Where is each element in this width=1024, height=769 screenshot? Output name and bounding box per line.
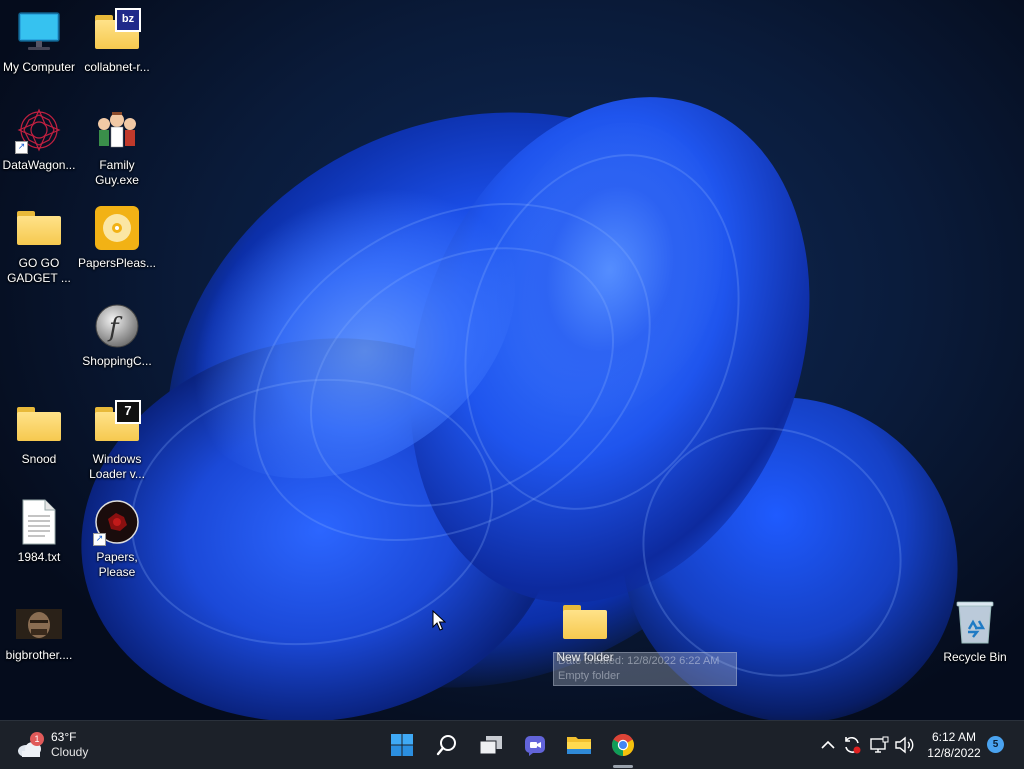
weather-alert-badge: 1 (30, 732, 44, 746)
desktop-icon-label: Snood (21, 452, 57, 466)
start-button[interactable] (385, 729, 419, 761)
disc-icon (93, 204, 141, 252)
starburst-icon: ↗ (15, 106, 63, 154)
desktop-icon-label: Recycle Bin (943, 650, 1007, 664)
folder-icon (15, 204, 63, 252)
network-button[interactable] (869, 735, 889, 755)
chrome-icon (612, 734, 634, 756)
clock-date: 12/8/2022 (927, 746, 981, 760)
desktop-icon-label: PapersPleas... (77, 256, 157, 270)
wallpaper-bloom (464, 96, 756, 444)
desktop-icon-family-guy[interactable]: Family Guy.exe (78, 106, 156, 188)
cloud-icon: 1 (14, 732, 44, 757)
desktop-icon-windows-loader[interactable]: 7 Windows Loader v... (78, 400, 156, 482)
wallpaper-crease (420, 118, 784, 546)
desktop-icon-label: DataWagon... (2, 158, 76, 172)
sync-button[interactable] (842, 735, 862, 755)
task-view-button[interactable] (474, 729, 508, 761)
seven-badge: 7 (115, 400, 141, 424)
chat-icon (525, 736, 545, 756)
chevron-up-icon (821, 740, 835, 749)
start-icon (391, 734, 413, 756)
taskbar: 1 63°F Cloudy 6:12 AM 12/8/2022 (0, 720, 1024, 769)
folder-tooltip: Date created: 12/8/2022 6:22 AM Empty fo… (553, 652, 737, 686)
desktop-icon-label: Family Guy.exe (95, 158, 139, 187)
desktop-icon-label: Papers, Please (96, 550, 138, 579)
desktop-icon-datawagon[interactable]: ↗ DataWagon... (0, 106, 78, 173)
chrome-button[interactable] (606, 729, 640, 761)
weather-widget[interactable]: 1 63°F Cloudy (14, 729, 88, 761)
flash-icon: f (93, 302, 141, 350)
wallpaper-bloom (127, 120, 573, 540)
desktop-icon-label: 1984.txt (17, 550, 61, 564)
tooltip-line: Date created: 12/8/2022 6:22 AM (558, 655, 720, 667)
wallpaper-crease (192, 134, 712, 610)
monitor-icon (15, 8, 63, 56)
desktop-icon-label: ShoppingC... (82, 354, 152, 368)
desktop-icon-shoppingc[interactable]: f ShoppingC... (78, 302, 156, 369)
wallpaper-bloom (342, 40, 878, 660)
desktop-icon-label: GO GO GADGET ... (7, 256, 71, 285)
desktop-icon-go-go-gadget[interactable]: GO GO GADGET ... (0, 204, 78, 286)
wallpaper-bloom (71, 10, 889, 720)
desktop-icon-my-computer[interactable]: My Computer (0, 8, 78, 75)
shortcut-arrow-icon: ↗ (93, 533, 106, 546)
search-button[interactable] (430, 729, 464, 761)
desktop-icon-papers-please[interactable]: ↗ Papers, Please (78, 498, 156, 580)
desktop-icon-snood[interactable]: Snood (0, 400, 78, 467)
chat-button[interactable] (518, 729, 552, 761)
desktop-icon-recycle-bin[interactable]: Recycle Bin (936, 598, 1014, 665)
show-hidden-icons-button[interactable] (818, 735, 838, 755)
desktop-icon-label: My Computer (2, 60, 76, 74)
desktop-icon-label: collabnet-r... (84, 60, 150, 74)
notification-count-badge[interactable]: 5 (987, 736, 1004, 753)
mouse-pointer-icon (432, 609, 447, 637)
desktop-icon-1984-txt[interactable]: 1984.txt (0, 498, 78, 565)
clock-time: 6:12 AM (931, 730, 977, 744)
desktop-icon-paperspleas[interactable]: PapersPleas... (78, 204, 156, 271)
zip-folder-icon: bz (93, 8, 141, 56)
volume-button[interactable] (894, 735, 914, 755)
tooltip-line: Empty folder (558, 670, 620, 682)
desktop-icon-label: Windows Loader v... (89, 452, 145, 481)
desktop-icon-collabnet[interactable]: bz collabnet-r... (78, 8, 156, 75)
search-icon (436, 735, 456, 756)
network-icon (870, 736, 889, 753)
file-explorer-icon (567, 737, 591, 754)
file-explorer-button[interactable] (562, 729, 596, 761)
text-file-icon (15, 498, 63, 546)
weather-temperature: 63°F (51, 730, 77, 744)
wallpaper-crease (113, 355, 511, 669)
recycle-bin-icon (951, 598, 999, 646)
weather-condition: Cloudy (51, 745, 89, 759)
volume-icon (895, 736, 914, 754)
desktop[interactable]: My Computer bz collabnet-r... ↗ DataWago… (0, 0, 1024, 720)
task-view-icon (479, 736, 502, 755)
folder-icon (561, 598, 609, 646)
desktop-icon-label: bigbrother.... (5, 648, 73, 662)
folder-icon (15, 400, 63, 448)
shortcut-arrow-icon: ↗ (15, 141, 28, 154)
family-guy-icon (93, 106, 141, 154)
sync-icon (845, 737, 861, 754)
desktop-icon-bigbrother[interactable]: bigbrother.... (0, 604, 78, 663)
clock[interactable]: 6:12 AM 12/8/2022 (922, 729, 986, 761)
bz-badge: bz (115, 8, 141, 32)
papers-please-icon: ↗ (93, 498, 141, 546)
image-thumbnail-icon (15, 604, 63, 644)
wallpaper-crease (263, 194, 661, 560)
zip-folder-icon: 7 (93, 400, 141, 448)
